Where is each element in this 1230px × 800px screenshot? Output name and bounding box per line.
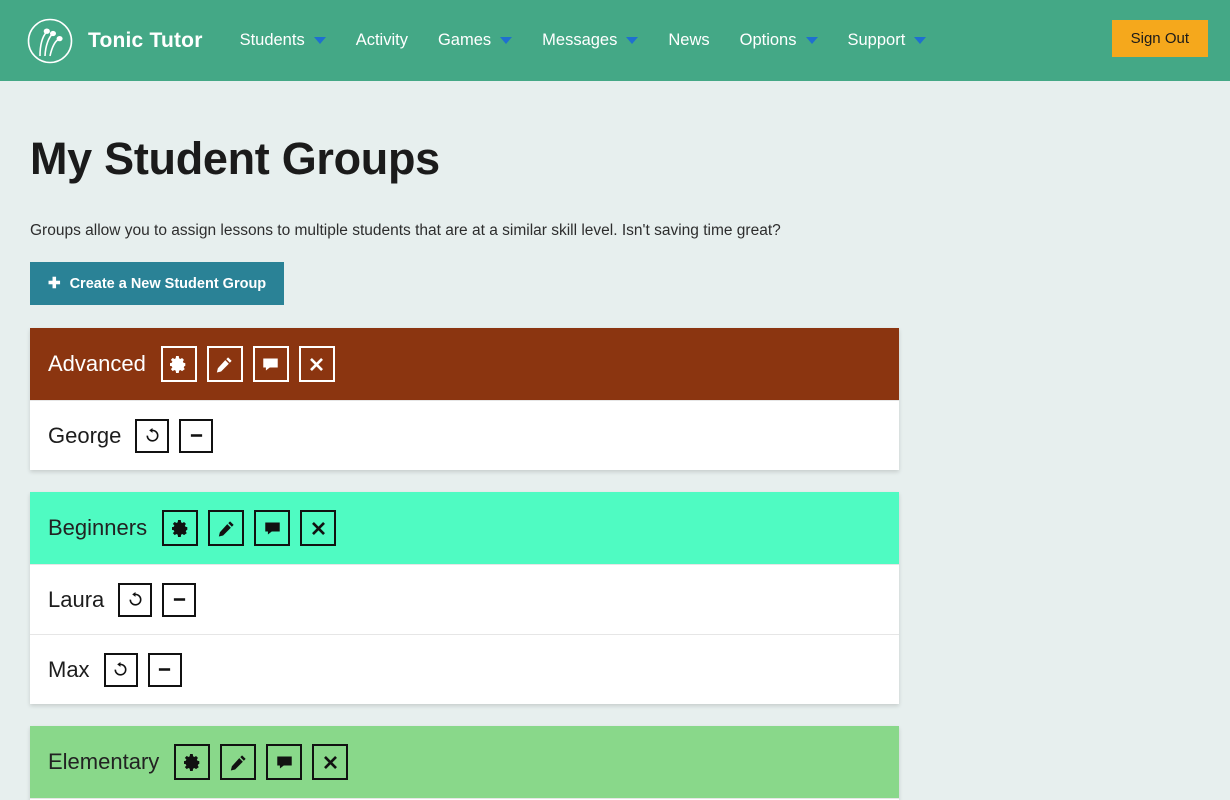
refresh-icon xyxy=(146,428,159,442)
comment-icon xyxy=(264,522,280,535)
student-remove-button[interactable] xyxy=(162,582,197,617)
student-name: Laura xyxy=(48,586,105,612)
chevron-down-icon xyxy=(500,37,513,44)
minus-icon xyxy=(190,434,203,438)
nav-item-students[interactable]: Students xyxy=(225,21,341,60)
chevron-down-icon xyxy=(805,37,818,44)
group-delete-button[interactable] xyxy=(298,346,335,383)
group-message-button[interactable] xyxy=(266,744,303,781)
student-row: Max xyxy=(30,634,899,705)
page-body: My Student Groups Groups allow you to as… xyxy=(0,81,1230,800)
group-actions xyxy=(174,744,349,781)
close-x-icon xyxy=(310,357,324,371)
nav-item-support[interactable]: Support xyxy=(833,21,942,60)
group-settings-button[interactable] xyxy=(162,510,199,547)
gear-icon xyxy=(183,753,200,771)
nav-item-label: News xyxy=(668,31,710,49)
close-x-icon xyxy=(323,755,337,769)
nav-item-label: Support xyxy=(847,31,906,49)
refresh-icon xyxy=(129,592,142,606)
pencil-icon xyxy=(217,357,232,373)
group-header: Beginners xyxy=(30,492,899,565)
top-navbar: Tonic Tutor Students Activity Games Mess… xyxy=(0,0,1230,81)
plus-icon: ✚ xyxy=(48,275,61,293)
student-actions xyxy=(135,418,214,453)
group-delete-button[interactable] xyxy=(312,744,349,781)
gear-icon xyxy=(170,355,186,373)
page-title: My Student Groups xyxy=(30,133,440,184)
gear-icon xyxy=(171,519,187,537)
chevron-down-icon xyxy=(626,37,639,44)
group-settings-button[interactable] xyxy=(174,744,211,781)
chevron-down-icon xyxy=(914,37,927,44)
nav-item-label: Students xyxy=(239,31,305,49)
group-list: Advanced George Beginners Laura Max Elem… xyxy=(30,328,1230,800)
student-refresh-button[interactable] xyxy=(103,652,138,687)
student-actions xyxy=(103,652,182,687)
chevron-down-icon xyxy=(313,37,326,44)
pencil-icon xyxy=(218,521,234,537)
student-name: George xyxy=(48,422,122,448)
student-remove-button[interactable] xyxy=(179,418,214,453)
brand-name: Tonic Tutor xyxy=(88,28,203,52)
nav-item-label: Messages xyxy=(542,31,618,49)
student-row: George xyxy=(30,400,899,471)
brand-block[interactable]: Tonic Tutor xyxy=(26,17,203,65)
group-settings-button[interactable] xyxy=(160,346,197,383)
student-refresh-button[interactable] xyxy=(118,582,153,617)
minus-icon xyxy=(158,668,171,672)
tonic-tutor-circle-notes-logo xyxy=(27,18,73,63)
group-header: Elementary xyxy=(30,726,899,799)
group-actions xyxy=(162,510,337,547)
group-edit-button[interactable] xyxy=(206,346,243,383)
group-header: Advanced xyxy=(30,328,899,401)
group-name: Beginners xyxy=(48,515,148,541)
minus-icon xyxy=(173,598,185,602)
student-refresh-button[interactable] xyxy=(135,418,170,453)
pencil-icon xyxy=(230,755,246,771)
nav-items: Students Activity Games Messages News Op… xyxy=(225,21,942,60)
student-actions xyxy=(118,582,197,617)
group-message-button[interactable] xyxy=(252,346,289,383)
sign-out-button[interactable]: Sign Out xyxy=(1111,20,1208,57)
group-card-advanced: Advanced George xyxy=(30,328,899,471)
group-edit-button[interactable] xyxy=(208,510,245,547)
student-remove-button[interactable] xyxy=(147,652,182,687)
nav-item-label: Activity xyxy=(355,31,408,49)
close-x-icon xyxy=(311,521,325,535)
group-card-beginners: Beginners Laura Max xyxy=(30,492,899,705)
page-description: Groups allow you to assign lessons to mu… xyxy=(30,222,781,240)
nav-item-label: Games xyxy=(437,31,492,49)
student-row: Laura xyxy=(30,564,899,635)
nav-item-messages[interactable]: Messages xyxy=(527,21,653,60)
student-name: Max xyxy=(48,656,90,682)
comment-icon xyxy=(263,358,279,371)
group-name: Advanced xyxy=(48,351,146,377)
create-button-label: Create a New Student Group xyxy=(69,275,267,292)
group-edit-button[interactable] xyxy=(220,744,257,781)
nav-item-label: Options xyxy=(739,31,797,49)
comment-icon xyxy=(277,756,292,769)
create-new-student-group-button[interactable]: ✚ Create a New Student Group xyxy=(30,262,285,306)
nav-item-activity[interactable]: Activity xyxy=(341,21,423,60)
group-message-button[interactable] xyxy=(254,510,291,547)
group-card-elementary: Elementary xyxy=(30,726,899,800)
group-name: Elementary xyxy=(48,749,160,775)
group-delete-button[interactable] xyxy=(300,510,337,547)
group-actions xyxy=(160,346,335,383)
nav-item-options[interactable]: Options xyxy=(725,21,833,60)
nav-item-games[interactable]: Games xyxy=(423,21,527,60)
refresh-icon xyxy=(114,662,127,676)
nav-item-news[interactable]: News xyxy=(653,21,724,60)
